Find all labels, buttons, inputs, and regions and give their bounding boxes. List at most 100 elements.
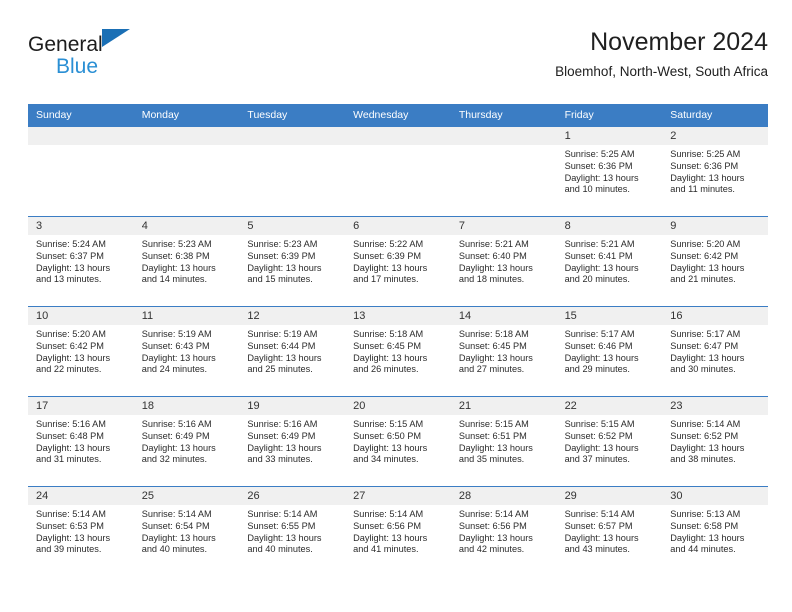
day-cell[interactable]: 9 Sunrise: 5:20 AM Sunset: 6:42 PM Dayli… (662, 217, 768, 306)
day-cell[interactable]: 23 Sunrise: 5:14 AM Sunset: 6:52 PM Dayl… (662, 397, 768, 486)
day-cell[interactable]: 27 Sunrise: 5:14 AM Sunset: 6:56 PM Dayl… (345, 487, 451, 576)
daylight-text-line2: and 20 minutes. (564, 274, 630, 285)
sunrise-text: Sunrise: 5:20 AM (36, 329, 106, 339)
day-cell[interactable]: 7 Sunrise: 5:21 AM Sunset: 6:40 PM Dayli… (450, 217, 557, 306)
day-cell[interactable]: 6 Sunrise: 5:22 AM Sunset: 6:39 PM Dayli… (345, 217, 451, 306)
day-info: Sunrise: 5:14 AM Sunset: 6:52 PM Dayligh… (662, 415, 768, 466)
day-cell[interactable]: 14 Sunrise: 5:18 AM Sunset: 6:45 PM Dayl… (450, 307, 557, 396)
day-info: Sunrise: 5:17 AM Sunset: 6:47 PM Dayligh… (662, 325, 768, 376)
day-cell[interactable]: 16 Sunrise: 5:17 AM Sunset: 6:47 PM Dayl… (662, 307, 768, 396)
day-info: Sunrise: 5:15 AM Sunset: 6:51 PM Dayligh… (451, 415, 557, 466)
day-cell[interactable]: 11 Sunrise: 5:19 AM Sunset: 6:43 PM Dayl… (133, 307, 240, 396)
daylight-text-line1: Daylight: 13 hours (247, 442, 322, 453)
day-info: Sunrise: 5:19 AM Sunset: 6:43 PM Dayligh… (134, 325, 240, 376)
day-cell[interactable]: 26 Sunrise: 5:14 AM Sunset: 6:55 PM Dayl… (239, 487, 346, 576)
day-cell[interactable]: 21 Sunrise: 5:15 AM Sunset: 6:51 PM Dayl… (450, 397, 557, 486)
day-number: 13 (345, 307, 451, 325)
sunset-text: Sunset: 6:45 PM (458, 340, 527, 351)
day-cell[interactable] (345, 127, 451, 216)
sunset-text: Sunset: 6:43 PM (141, 340, 210, 351)
day-cell[interactable] (450, 127, 557, 216)
sunrise-text: Sunrise: 5:18 AM (353, 329, 424, 339)
generalblue-logo[interactable]: General Blue (28, 28, 130, 77)
day-info (345, 145, 451, 149)
day-cell[interactable]: 15 Sunrise: 5:17 AM Sunset: 6:46 PM Dayl… (556, 307, 663, 396)
sunset-text: Sunset: 6:42 PM (36, 340, 104, 351)
day-cell[interactable] (239, 127, 346, 216)
day-number: 2 (662, 127, 768, 145)
sunrise-text: Sunrise: 5:19 AM (247, 329, 318, 339)
day-number (28, 127, 134, 145)
daylight-text-line1: Daylight: 13 hours (670, 172, 745, 183)
sunset-text: Sunset: 6:36 PM (564, 160, 633, 171)
day-number: 22 (556, 397, 663, 415)
daylight-text-line1: Daylight: 13 hours (36, 352, 111, 363)
day-cell[interactable]: 17 Sunrise: 5:16 AM Sunset: 6:48 PM Dayl… (28, 397, 134, 486)
week-row: 3 Sunrise: 5:24 AM Sunset: 6:37 PM Dayli… (28, 216, 768, 306)
day-cell[interactable]: 2 Sunrise: 5:25 AM Sunset: 6:36 PM Dayli… (662, 127, 768, 216)
day-number: 30 (662, 487, 768, 505)
sunrise-text: Sunrise: 5:14 AM (141, 509, 212, 519)
sunrise-text: Sunrise: 5:14 AM (458, 509, 529, 519)
day-cell[interactable]: 30 Sunrise: 5:13 AM Sunset: 6:58 PM Dayl… (662, 487, 768, 576)
day-cell[interactable]: 18 Sunrise: 5:16 AM Sunset: 6:49 PM Dayl… (133, 397, 240, 486)
day-info: Sunrise: 5:14 AM Sunset: 6:53 PM Dayligh… (28, 505, 134, 556)
day-cell[interactable]: 8 Sunrise: 5:21 AM Sunset: 6:41 PM Dayli… (556, 217, 663, 306)
sunset-text: Sunset: 6:38 PM (141, 250, 210, 261)
day-info (239, 145, 345, 149)
day-number: 27 (345, 487, 451, 505)
day-cell[interactable]: 5 Sunrise: 5:23 AM Sunset: 6:39 PM Dayli… (239, 217, 346, 306)
day-cell[interactable]: 12 Sunrise: 5:19 AM Sunset: 6:44 PM Dayl… (239, 307, 346, 396)
title-block: November 2024 Bloemhof, North-West, Sout… (555, 28, 770, 79)
day-cell[interactable]: 20 Sunrise: 5:15 AM Sunset: 6:50 PM Dayl… (345, 397, 451, 486)
day-cell[interactable] (133, 127, 240, 216)
day-cell[interactable]: 29 Sunrise: 5:14 AM Sunset: 6:57 PM Dayl… (556, 487, 663, 576)
day-cell[interactable]: 25 Sunrise: 5:14 AM Sunset: 6:54 PM Dayl… (133, 487, 240, 576)
day-number: 21 (450, 397, 557, 415)
day-info: Sunrise: 5:18 AM Sunset: 6:45 PM Dayligh… (451, 325, 557, 376)
day-cell[interactable]: 28 Sunrise: 5:14 AM Sunset: 6:56 PM Dayl… (450, 487, 557, 576)
day-info: Sunrise: 5:16 AM Sunset: 6:49 PM Dayligh… (239, 415, 345, 466)
sunset-text: Sunset: 6:53 PM (36, 520, 104, 531)
sunset-text: Sunset: 6:54 PM (141, 520, 210, 531)
sunrise-text: Sunrise: 5:22 AM (353, 239, 424, 249)
day-cell[interactable] (28, 127, 134, 216)
day-cell[interactable]: 4 Sunrise: 5:23 AM Sunset: 6:38 PM Dayli… (133, 217, 240, 306)
day-number (133, 127, 240, 145)
daylight-text-line1: Daylight: 13 hours (353, 532, 428, 543)
day-info: Sunrise: 5:16 AM Sunset: 6:49 PM Dayligh… (134, 415, 240, 466)
sunrise-text: Sunrise: 5:23 AM (141, 239, 212, 249)
sunrise-text: Sunrise: 5:25 AM (564, 149, 635, 159)
day-number: 12 (239, 307, 346, 325)
daylight-text-line1: Daylight: 13 hours (458, 532, 533, 543)
day-info: Sunrise: 5:16 AM Sunset: 6:48 PM Dayligh… (28, 415, 134, 466)
daylight-text-line2: and 33 minutes. (247, 454, 313, 465)
daylight-text-line2: and 38 minutes. (670, 454, 736, 465)
day-info: Sunrise: 5:23 AM Sunset: 6:38 PM Dayligh… (134, 235, 240, 286)
day-number: 23 (662, 397, 768, 415)
day-info: Sunrise: 5:25 AM Sunset: 6:36 PM Dayligh… (662, 145, 768, 196)
day-cell[interactable]: 10 Sunrise: 5:20 AM Sunset: 6:42 PM Dayl… (28, 307, 134, 396)
day-cell[interactable]: 24 Sunrise: 5:14 AM Sunset: 6:53 PM Dayl… (28, 487, 134, 576)
sunrise-text: Sunrise: 5:18 AM (458, 329, 529, 339)
day-cell[interactable]: 1 Sunrise: 5:25 AM Sunset: 6:36 PM Dayli… (556, 127, 663, 216)
day-cell[interactable]: 22 Sunrise: 5:15 AM Sunset: 6:52 PM Dayl… (556, 397, 663, 486)
week-row: 24 Sunrise: 5:14 AM Sunset: 6:53 PM Dayl… (28, 486, 768, 576)
day-number: 4 (133, 217, 240, 235)
daylight-text-line1: Daylight: 13 hours (670, 262, 745, 273)
day-cell[interactable]: 13 Sunrise: 5:18 AM Sunset: 6:45 PM Dayl… (345, 307, 451, 396)
day-number: 14 (450, 307, 557, 325)
triangle-icon (102, 29, 130, 47)
day-info: Sunrise: 5:15 AM Sunset: 6:52 PM Dayligh… (557, 415, 663, 466)
day-info: Sunrise: 5:25 AM Sunset: 6:36 PM Dayligh… (557, 145, 663, 196)
day-cell[interactable]: 19 Sunrise: 5:16 AM Sunset: 6:49 PM Dayl… (239, 397, 346, 486)
sunrise-text: Sunrise: 5:25 AM (670, 149, 741, 159)
sunrise-text: Sunrise: 5:13 AM (670, 509, 741, 519)
day-info: Sunrise: 5:14 AM Sunset: 6:57 PM Dayligh… (557, 505, 663, 556)
sunset-text: Sunset: 6:52 PM (670, 430, 739, 441)
day-cell[interactable]: 3 Sunrise: 5:24 AM Sunset: 6:37 PM Dayli… (28, 217, 134, 306)
sunrise-text: Sunrise: 5:14 AM (247, 509, 318, 519)
weekday-header-tuesday: Tuesday (247, 109, 288, 121)
daylight-text-line1: Daylight: 13 hours (670, 442, 745, 453)
sunrise-text: Sunrise: 5:17 AM (564, 329, 635, 339)
